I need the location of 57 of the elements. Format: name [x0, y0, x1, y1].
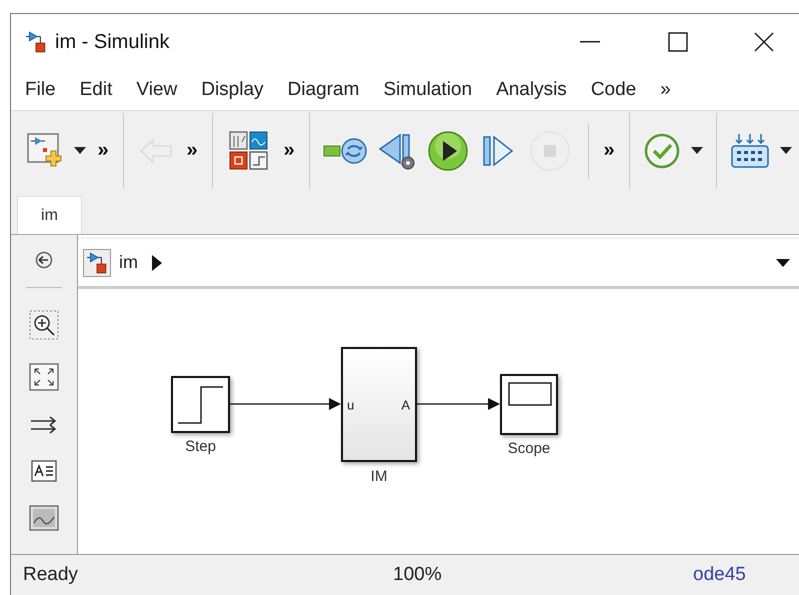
expand-arrow-icon [152, 254, 162, 270]
arrows-icon [30, 414, 58, 435]
menu-item[interactable]: Code [578, 79, 648, 101]
model-tab[interactable]: im [17, 196, 82, 234]
more-button[interactable]: » [180, 130, 204, 170]
library-browser-icon [228, 130, 270, 172]
subsystem-block[interactable]: u A [341, 347, 417, 462]
menu-item[interactable]: View [124, 79, 190, 101]
more-button[interactable]: » [91, 130, 115, 170]
step-forward-icon [482, 134, 514, 168]
solver-link[interactable]: ode45 [693, 564, 746, 586]
back-circle-icon [35, 251, 53, 270]
caret-icon [776, 259, 790, 267]
port-label: u [347, 397, 354, 412]
breadcrumb-path[interactable]: im [119, 252, 138, 273]
fit-view-icon [29, 362, 59, 391]
menu-item[interactable]: Edit [68, 79, 124, 101]
run-icon [427, 130, 469, 172]
close-icon [754, 32, 774, 52]
stop-icon [529, 130, 571, 172]
update-diagram-icon [323, 136, 369, 166]
block-label: Scope [508, 440, 550, 457]
minimize-icon [580, 41, 600, 43]
menu-item[interactable]: Simulation [371, 79, 484, 101]
model-icon [86, 252, 108, 274]
caret-icon [691, 147, 703, 154]
menu-item[interactable]: Analysis [484, 79, 579, 101]
menu-item[interactable]: Display [189, 79, 276, 101]
menu-item[interactable]: » [648, 79, 683, 101]
model-browser-button[interactable] [83, 248, 111, 276]
image-icon [29, 505, 59, 532]
zoom-icon [29, 310, 59, 340]
menu-item[interactable]: Diagram [276, 79, 372, 101]
model-icon [25, 31, 47, 53]
scope-block[interactable] [500, 374, 558, 435]
step-block[interactable] [171, 376, 230, 433]
block-label: Step [185, 438, 216, 455]
keyboard-icon [731, 132, 769, 168]
status-text: Ready [23, 564, 79, 586]
caret-icon [74, 147, 86, 154]
text-annotation-icon [31, 460, 57, 482]
step-icon [178, 385, 223, 425]
caret-icon [780, 147, 792, 154]
menu-item[interactable]: File [13, 79, 68, 101]
more-button[interactable]: » [277, 130, 301, 170]
step-back-icon [378, 130, 416, 170]
window-title: im - Simulink [55, 30, 170, 54]
zoom-level: 100% [393, 564, 443, 586]
new-model-icon [27, 132, 63, 168]
port-label: A [401, 397, 410, 412]
block-label: IM [370, 468, 388, 485]
scope-screen-icon [508, 382, 552, 407]
maximize-icon [668, 32, 688, 52]
signal-line[interactable] [417, 398, 500, 410]
signal-line[interactable] [230, 398, 341, 410]
check-icon [644, 132, 680, 168]
more-button[interactable]: » [597, 130, 621, 170]
